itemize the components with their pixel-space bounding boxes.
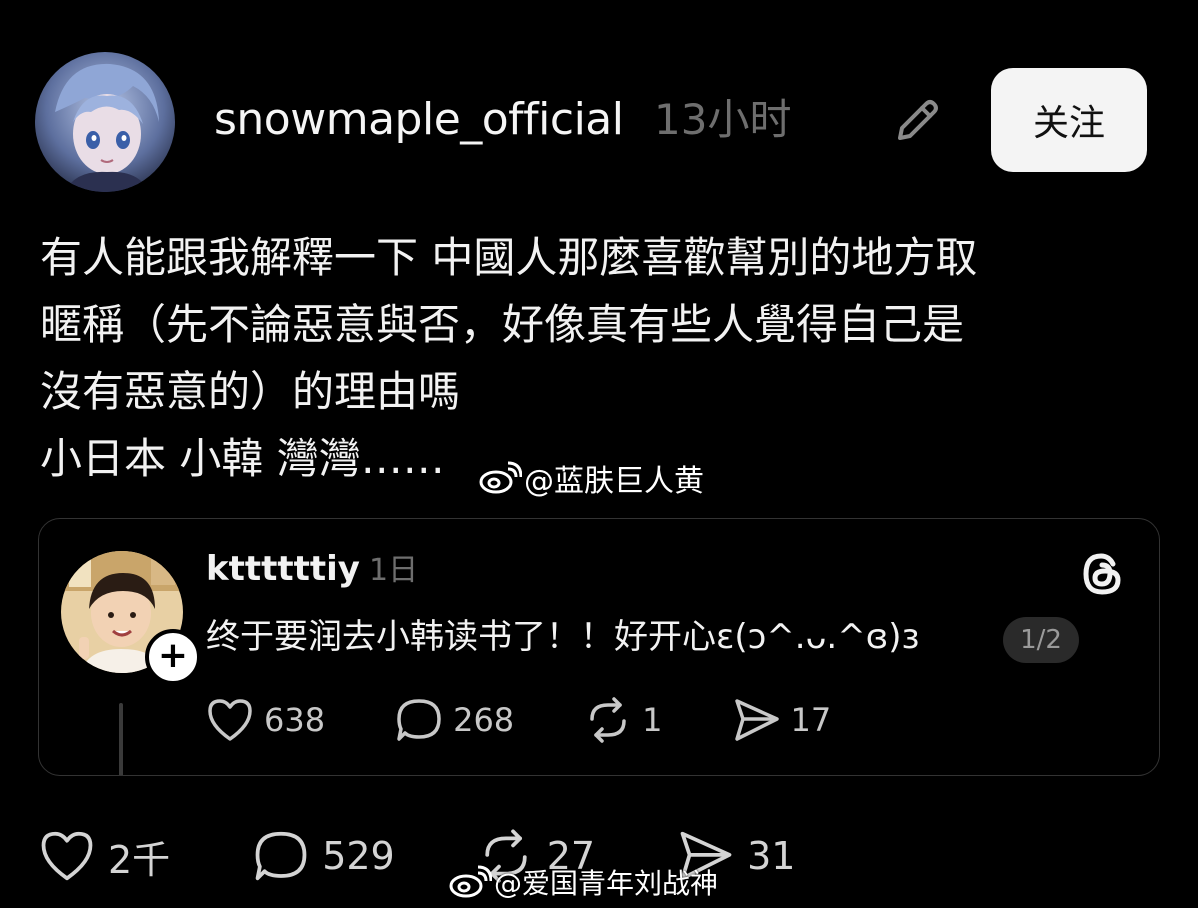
follow-button[interactable]: 关注	[991, 68, 1147, 172]
page-indicator-badge: 1/2	[1003, 617, 1079, 663]
watermark-text: @爱国青年刘战神	[494, 867, 719, 900]
post-text-line: 沒有惡意的）的理由嗎	[40, 367, 461, 416]
quoted-share-button[interactable]: 17	[733, 697, 832, 743]
repost-count: 1	[642, 701, 663, 739]
threads-logo-icon	[1077, 549, 1127, 599]
post-text-line: 暱稱（先不論惡意與否，好像真有些人覺得自己是	[40, 300, 965, 349]
comment-button[interactable]: 529	[252, 829, 395, 883]
share-count: 31	[747, 834, 796, 878]
quoted-timestamp: 1日	[369, 553, 419, 588]
weibo-logo-icon	[479, 461, 522, 494]
like-count: 638	[264, 701, 326, 739]
share-count: 17	[790, 701, 832, 739]
weibo-watermark: @爱国青年刘战神	[448, 862, 718, 902]
heart-icon	[208, 699, 252, 741]
post-username[interactable]: snowmaple_official	[214, 92, 624, 148]
quoted-repost-button[interactable]: 1	[584, 697, 663, 743]
quoted-username[interactable]: kttttttiy	[206, 547, 360, 591]
quoted-post-card[interactable]: + kttttttiy 1日 终于要润去小韩读书了！！好开心ɛ(ɔ^.ᴗ.^ɞ)…	[38, 518, 1160, 776]
avatar[interactable]	[35, 52, 175, 192]
post-timestamp: 13小时	[654, 95, 792, 144]
add-follow-button[interactable]: +	[145, 629, 201, 685]
comment-bubble-icon	[397, 699, 441, 741]
thread-connector-line	[119, 703, 123, 775]
quoted-comment-button[interactable]: 268	[395, 697, 514, 743]
post-text-line: 有人能跟我解釋一下 中國人那麼喜歡幫別的地方取	[40, 233, 978, 282]
weibo-logo-icon	[449, 865, 492, 898]
comment-count: 268	[453, 701, 515, 739]
send-icon	[734, 699, 779, 741]
like-button[interactable]: 2千	[38, 829, 170, 884]
pencil-icon[interactable]	[892, 94, 944, 146]
quoted-like-button[interactable]: 638	[206, 697, 325, 743]
comment-count: 529	[322, 834, 395, 878]
watermark-text: @蓝肤巨人黄	[524, 464, 704, 499]
quoted-text: 终于要润去小韩读书了！！好开心ɛ(ɔ^.ᴗ.^ɞ)ɜ	[206, 617, 920, 657]
repost-icon	[590, 697, 626, 743]
weibo-watermark: @蓝肤巨人黄	[478, 456, 704, 500]
like-count: 2千	[108, 837, 171, 882]
post-body: 有人能跟我解釋一下 中國人那麼喜歡幫別的地方取 暱稱（先不論惡意與否，好像真有些…	[40, 224, 1150, 492]
quoted-actions: 638 268 1 17	[206, 695, 831, 745]
heart-icon	[41, 831, 93, 881]
comment-bubble-icon	[255, 831, 307, 881]
